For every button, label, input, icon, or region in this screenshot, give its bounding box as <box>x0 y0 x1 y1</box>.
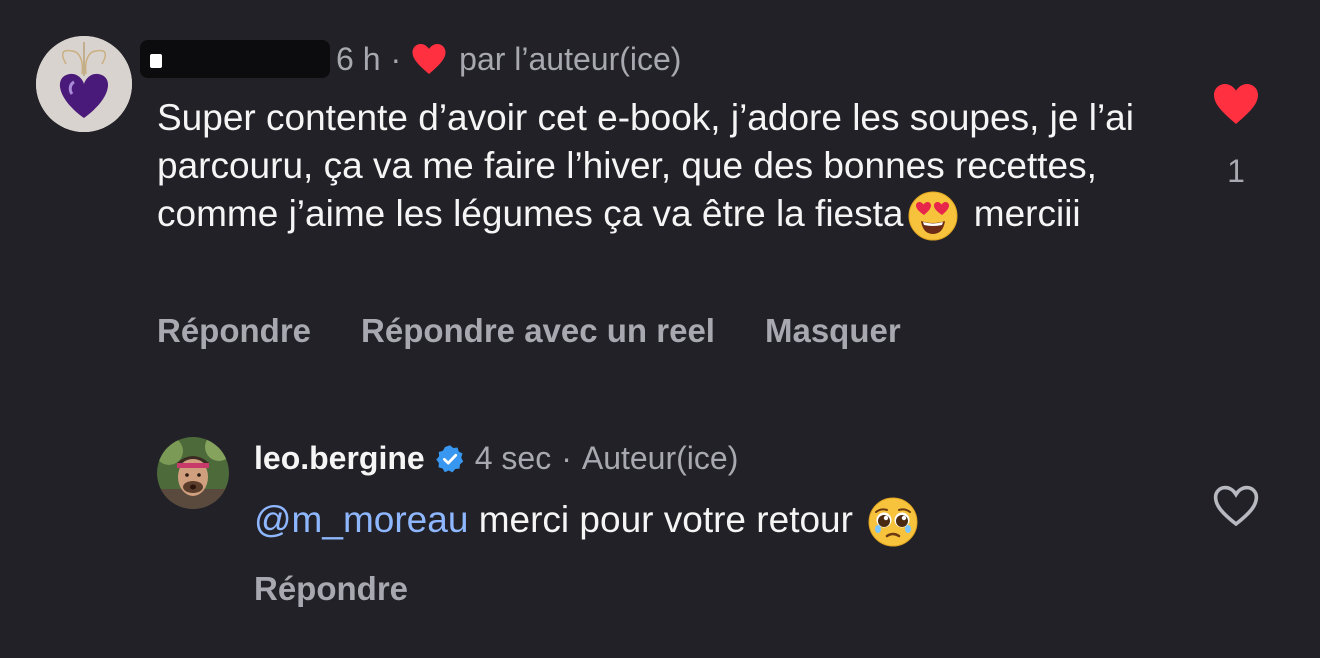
heart-sculpture-image <box>36 36 132 132</box>
reply-button[interactable]: Répondre <box>157 312 311 350</box>
hide-button[interactable]: Masquer <box>765 312 901 350</box>
profile-photo-image <box>157 437 229 509</box>
reply-like <box>1206 484 1266 533</box>
like-heart-outline-icon[interactable] <box>1212 484 1260 528</box>
reply-time: 4 sec <box>474 440 552 476</box>
mention-link[interactable]: @m_moreau <box>254 499 468 540</box>
comment-actions: Répondre Répondre avec un reel Masquer <box>157 312 901 350</box>
reply-text-main: merci pour votre retour <box>478 499 853 540</box>
pleading-face-emoji-icon <box>868 497 918 547</box>
heart-icon <box>412 44 446 74</box>
reply-meta: leo.bergine 4 sec · Auteur(ice) <box>254 440 738 477</box>
reply-comment: leo.bergine 4 sec · Auteur(ice) @m_morea… <box>0 420 1320 658</box>
comment-meta: 6 h · par l’auteur(ice) <box>140 40 681 78</box>
separator-dot: · <box>561 440 572 476</box>
author-role-label: Auteur(ice) <box>581 440 739 476</box>
verified-badge-icon <box>435 444 463 472</box>
reply-with-reel-button[interactable]: Répondre avec un reel <box>361 312 715 350</box>
redacted-username[interactable] <box>140 40 330 78</box>
commenter-avatar[interactable] <box>36 36 132 132</box>
separator-dot: · <box>390 40 402 77</box>
liked-by-author-label: par l’auteur(ice) <box>459 40 682 77</box>
reply-text: @m_moreau merci pour votre retour <box>254 496 923 548</box>
heart-eyes-emoji-icon <box>908 191 958 241</box>
reply-username[interactable]: leo.bergine <box>254 440 425 477</box>
comment: 6 h · par l’auteur(ice) Super contente d… <box>0 0 1320 380</box>
like-count: 1 <box>1227 153 1245 189</box>
comment-like: 1 <box>1206 82 1266 190</box>
reply-actions: Répondre <box>254 570 408 608</box>
reply-button[interactable]: Répondre <box>254 570 408 608</box>
comment-text-end: merciii <box>973 193 1081 234</box>
like-heart-filled-icon[interactable] <box>1212 82 1260 126</box>
comment-text: Super contente d’avoir cet e-book, j’ado… <box>157 94 1167 242</box>
reply-author-avatar[interactable] <box>157 437 229 509</box>
comment-time: 6 h <box>336 40 381 77</box>
